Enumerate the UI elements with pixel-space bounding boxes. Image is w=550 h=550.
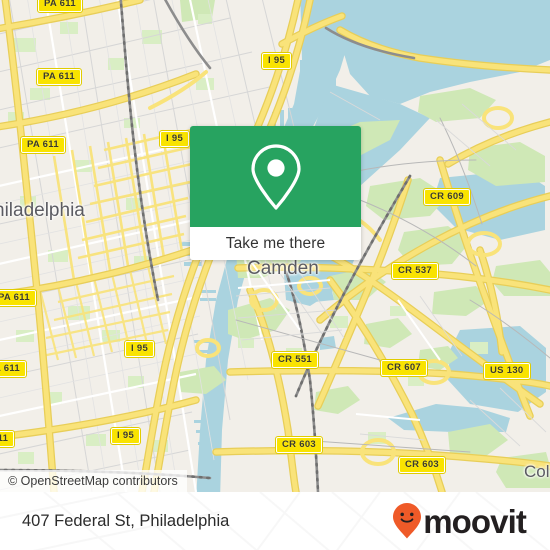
moovit-map-screenshot: hiladelphia Camden Col PA 611 PA 611 PA …: [0, 0, 550, 550]
footer-bar: 407 Federal St, Philadelphia moovit: [0, 492, 550, 550]
place-label-collingswood: Col: [524, 462, 550, 481]
road-shield: CR 607: [379, 359, 429, 377]
road-shield: PA 611: [37, 0, 83, 13]
road-shield: PA 611: [20, 136, 66, 154]
road-shield: US 130: [483, 362, 531, 380]
road-shield: CR 551: [270, 351, 320, 369]
road-shield: CR 537: [390, 262, 440, 280]
road-shield: A 611: [0, 360, 27, 378]
take-me-there-label: Take me there: [225, 234, 326, 252]
card-pin-area: [190, 126, 361, 227]
road-shield: 611: [0, 430, 16, 448]
road-shield: CR 603: [397, 456, 447, 474]
road-shield: CR 603: [274, 436, 324, 454]
location-pin-icon: [250, 143, 301, 210]
road-shield: I 95: [109, 427, 142, 445]
place-label-philadelphia: hiladelphia: [0, 200, 85, 221]
road-shield: CR 609: [422, 188, 472, 206]
road-shield: I 95: [158, 130, 191, 148]
road-shield: I 95: [123, 340, 156, 358]
moovit-smiley-pin-icon: [393, 503, 422, 539]
map-canvas[interactable]: hiladelphia Camden Col PA 611 PA 611 PA …: [0, 0, 550, 492]
moovit-wordmark: moovit: [423, 502, 527, 540]
footer-content: 407 Federal St, Philadelphia moovit: [0, 492, 550, 550]
take-me-there-card[interactable]: Take me there: [190, 126, 361, 260]
road-shield: PA 611: [0, 289, 37, 307]
moovit-logo[interactable]: moovit: [392, 502, 527, 540]
place-label-camden: Camden: [247, 258, 319, 279]
road-shield: I 95: [260, 52, 293, 70]
attribution-text: © OpenStreetMap contributors: [8, 474, 178, 488]
road-shield: PA 611: [36, 68, 82, 86]
map-attribution[interactable]: © OpenStreetMap contributors: [0, 470, 187, 492]
take-me-there-button[interactable]: Take me there: [190, 227, 361, 260]
address-label: 407 Federal St, Philadelphia: [22, 511, 230, 530]
